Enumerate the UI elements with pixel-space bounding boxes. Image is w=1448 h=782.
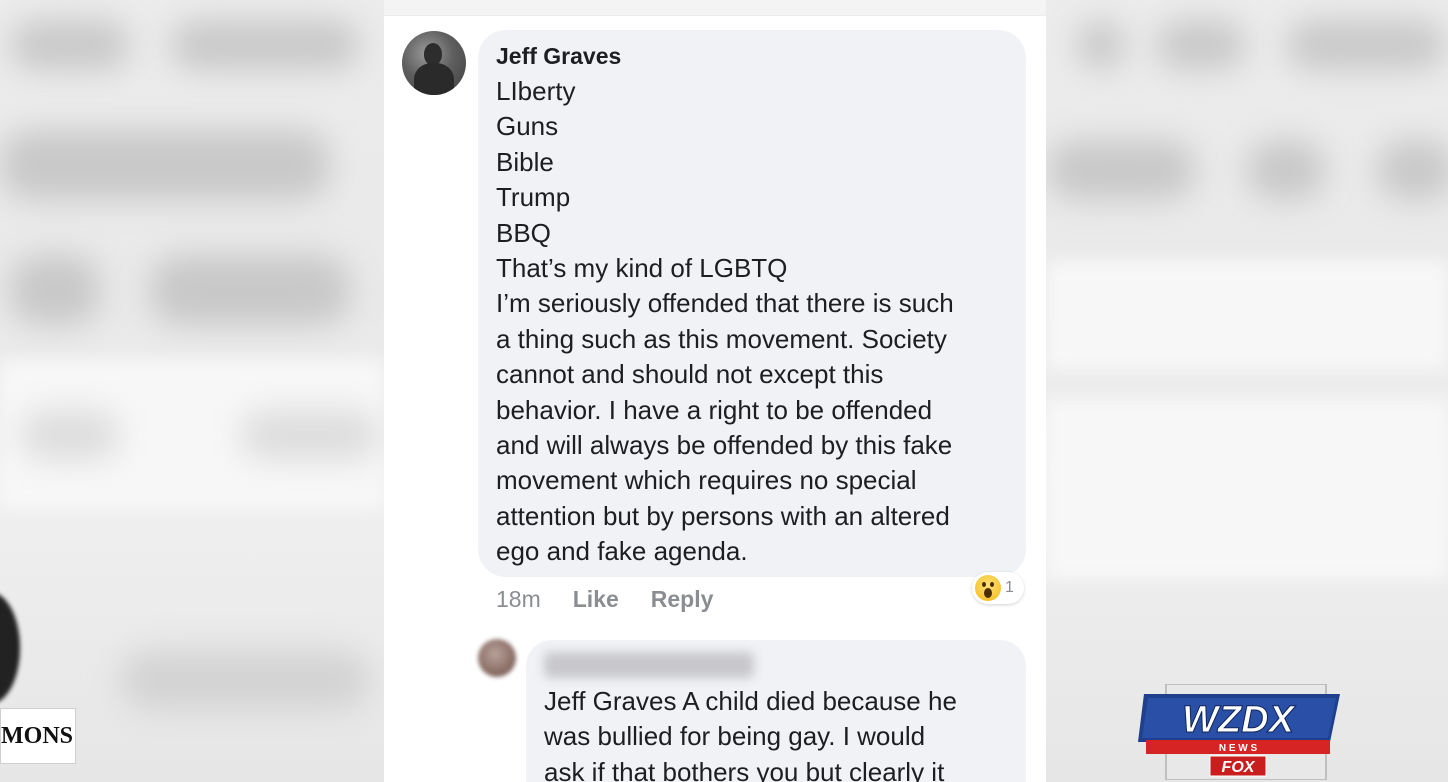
comment-actions: 18m Like Reply — [496, 584, 713, 614]
logo-callsign: WZDX — [1182, 699, 1297, 741]
reply-line: ask if that bothers you but clearly it — [544, 756, 945, 782]
comment-line: attention but by persons with an altered — [496, 500, 950, 531]
comment-thread-panel: Jeff Graves LIberty Guns Bible Trump BBQ… — [384, 0, 1046, 782]
blurred-background-right — [1046, 0, 1448, 782]
comment-bubble: Jeff Graves LIberty Guns Bible Trump BBQ… — [478, 30, 1026, 577]
comment-line: I’m seriously offended that there is suc… — [496, 288, 954, 319]
wow-emoji-icon — [975, 575, 1001, 601]
comment-line: Guns — [496, 111, 559, 142]
reply-line: Jeff Graves A child died because he — [544, 686, 957, 716]
comment-line: a thing such as this movement. Society — [496, 323, 947, 354]
blurred-background-left — [0, 0, 384, 782]
comment-line: That’s my kind of LGBTQ — [496, 253, 788, 284]
reply-avatar[interactable] — [478, 639, 516, 677]
comment-line: LIberty — [496, 76, 576, 106]
commenter-avatar[interactable] — [402, 31, 466, 95]
reply-line: was bullied for being gay. I would — [544, 721, 926, 752]
reaction-count: 1 — [1005, 579, 1014, 596]
wzdx-news-logo: WZDX N E W S FOX — [1138, 684, 1340, 780]
logo-network: FOX — [1222, 759, 1256, 776]
reply-author-blurred — [544, 652, 754, 678]
logo-news: N E W S — [1219, 743, 1258, 754]
comment-line: cannot and should not except this — [496, 359, 884, 390]
thread-top-edge — [384, 0, 1046, 16]
comment-line: Trump — [496, 182, 571, 213]
comment-line: Bible — [496, 146, 554, 177]
comment-line: and will always be offended by this fake — [496, 430, 953, 461]
comment-line: BBQ — [496, 217, 551, 248]
lower-third-name: MONS — [1, 722, 73, 749]
comment-line: ego and fake agenda. — [496, 536, 748, 567]
comment-timestamp[interactable]: 18m — [496, 586, 541, 613]
comment-line: behavior. I have a right to be offended — [496, 394, 933, 425]
reply-button[interactable]: Reply — [651, 586, 714, 613]
like-button[interactable]: Like — [573, 586, 619, 613]
reaction-summary[interactable]: 1 — [972, 572, 1024, 604]
reply-bubble: Jeff Graves A child died because he was … — [526, 640, 1026, 782]
lower-third-name-tag: MONS — [0, 708, 76, 764]
comment-line: movement which requires no special — [496, 465, 917, 496]
comment-author[interactable]: Jeff Graves — [496, 42, 1008, 70]
